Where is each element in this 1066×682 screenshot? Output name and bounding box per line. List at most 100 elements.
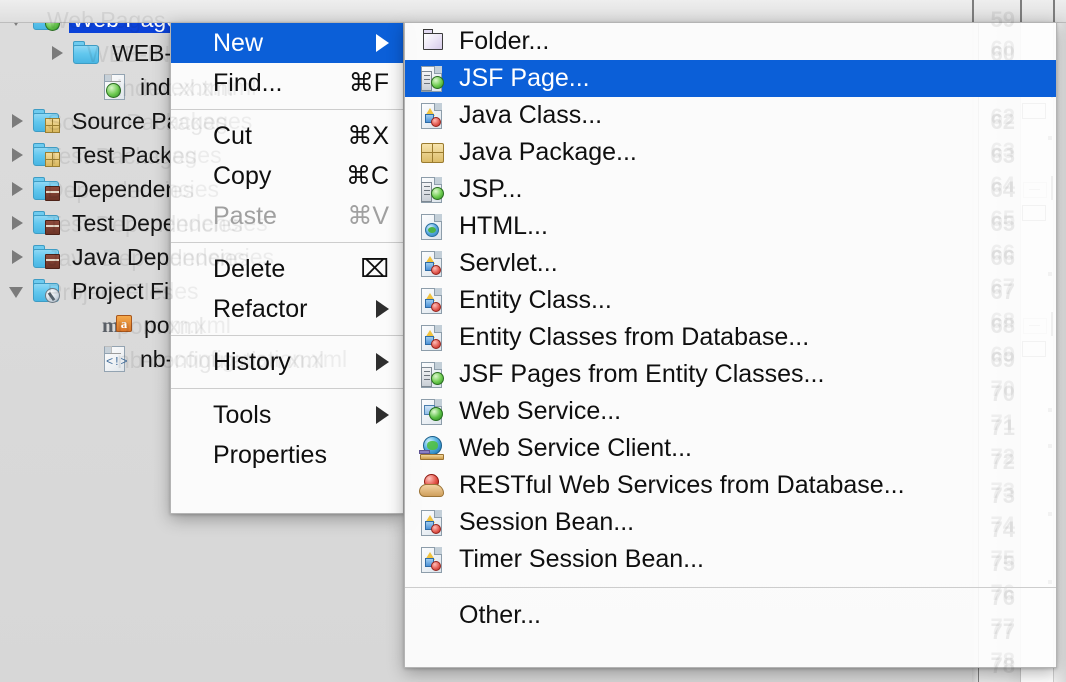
menu-item-label: Paste [213, 201, 277, 230]
submenu-item-other[interactable]: Other... [405, 597, 1056, 634]
chevron-right-icon[interactable] [8, 180, 26, 198]
submenu-item-label: Entity Class... [459, 286, 612, 314]
submenu-arrow-icon [376, 34, 389, 52]
folder-books-icon [32, 177, 60, 201]
folder-wrench-icon [32, 279, 60, 303]
submenu-separator [405, 587, 1056, 588]
submenu-item-webservice[interactable]: Web Service... [405, 393, 1056, 430]
menu-item-label: Tools [213, 400, 272, 429]
jsf-page-icon [417, 65, 447, 93]
chevron-right-icon[interactable] [8, 112, 26, 130]
menu-item-history[interactable]: History [171, 342, 403, 382]
chevron-right-icon[interactable] [8, 214, 26, 232]
doc-globe-icon [102, 73, 128, 101]
menu-item-shortcut: ⌘V [347, 202, 389, 230]
submenu-item-label: Java Package... [459, 138, 637, 166]
chevron-down-icon[interactable] [8, 282, 26, 300]
java-package-icon [417, 139, 447, 167]
submenu-item-label: JSF Pages from Entity Classes... [459, 360, 825, 388]
submenu-item-jsfpage[interactable]: JSF Page... [405, 60, 1056, 97]
submenu-item-label: Java Class... [459, 101, 603, 129]
submenu-item-label: JSF Page... [459, 64, 590, 92]
folder-books-icon [32, 245, 60, 269]
gutter-divider [1020, 0, 1022, 22]
menu-item-label: History [213, 347, 291, 376]
chevron-right-icon[interactable] [8, 146, 26, 164]
menu-separator [171, 335, 403, 336]
menu-item-shortcut: ⌘C [345, 162, 389, 190]
menu-item-refactor[interactable]: Refactor [171, 289, 403, 329]
submenu-arrow-icon [376, 353, 389, 371]
folder-pkg-icon [32, 109, 60, 133]
menu-separator [171, 388, 403, 389]
menu-item-label: Refactor [213, 294, 308, 323]
menu-separator [171, 242, 403, 243]
new-submenu-items: Folder... JSF Page... Java Class... Java Pa… [405, 23, 1056, 634]
menu-item-copy[interactable]: Copy ⌘C [171, 156, 403, 196]
submenu-item-label: RESTful Web Services from Database... [459, 471, 905, 499]
context-menu-items: New Find... ⌘F Cut ⌘X Copy ⌘C Paste ⌘V Delete ⌧ Ref… [171, 23, 403, 475]
submenu-item-servlet[interactable]: Servlet... [405, 245, 1056, 282]
menu-item-new[interactable]: New [171, 23, 403, 63]
submenu-item-entityclass[interactable]: Entity Class... [405, 282, 1056, 319]
menu-item-shortcut: ⌘X [347, 122, 389, 150]
submenu-item-folder[interactable]: Folder... [405, 23, 1056, 60]
pane-divider[interactable] [972, 0, 974, 22]
submenu-item-restfulwebservicesfromdatabase[interactable]: RESTful Web Services from Database... [405, 467, 1056, 504]
menu-item-label: Cut [213, 121, 252, 150]
menu-item-label: Properties [213, 440, 327, 469]
menu-item-shortcut: ⌧ [360, 255, 389, 283]
menu-separator [171, 109, 403, 110]
submenu-arrow-icon [376, 300, 389, 318]
jsf-pages-entity-icon [417, 361, 447, 389]
menu-item-cut[interactable]: Cut ⌘X [171, 116, 403, 156]
menu-item-label: Copy [213, 161, 272, 190]
menu-item-label: Delete [213, 254, 286, 283]
menu-item-shortcut: ⌘F [348, 69, 389, 97]
submenu-item-label: Entity Classes from Database... [459, 323, 810, 351]
submenu-item-timersessionbean[interactable]: Timer Session Bean... [405, 541, 1056, 578]
chevron-right-icon[interactable] [8, 248, 26, 266]
menu-item-properties[interactable]: Properties [171, 435, 403, 475]
new-submenu[interactable]: 5960616263646566676869707172737475767778… [404, 7, 1057, 678]
chevron-right-icon[interactable] [48, 44, 66, 62]
window-top-divider [0, 0, 1066, 23]
context-menu[interactable]: Web PagesWEB-INFindex.xhtmlSource Packag… [47, 7, 404, 514]
menu-item-delete[interactable]: Delete ⌧ [171, 249, 403, 289]
folder-books-icon [32, 211, 60, 235]
menu-item-tools[interactable]: Tools [171, 395, 403, 435]
web-service-icon [417, 398, 447, 426]
submenu-item-label: Timer Session Bean... [459, 545, 705, 573]
menu-item-find[interactable]: Find... ⌘F [171, 63, 403, 103]
maven-icon: ma [102, 312, 132, 338]
html-file-icon [417, 213, 447, 241]
submenu-item-sessionbean[interactable]: Session Bean... [405, 504, 1056, 541]
servlet-icon [417, 250, 447, 278]
jsp-icon [417, 176, 447, 204]
submenu-item-label: Web Service... [459, 397, 622, 425]
submenu-item-webserviceclient[interactable]: Web Service Client... [405, 430, 1056, 467]
submenu-item-jsfpagesfromentityclasses[interactable]: JSF Pages from Entity Classes... [405, 356, 1056, 393]
submenu-item-label: Folder... [459, 27, 550, 55]
submenu-item-entityclassesfromdatabase[interactable]: Entity Classes from Database... [405, 319, 1056, 356]
entity-class-icon [417, 287, 447, 315]
entity-classes-db-icon [417, 324, 447, 352]
submenu-item-javaclass[interactable]: Java Class... [405, 97, 1056, 134]
submenu-item-label: HTML... [459, 212, 548, 240]
restful-services-icon [417, 472, 447, 500]
submenu-item-label: Session Bean... [459, 508, 635, 536]
submenu-item-jsp[interactable]: JSP... [405, 171, 1056, 208]
doc-xml-icon: <!> [102, 345, 128, 373]
submenu-item-label: Servlet... [459, 249, 558, 277]
menu-item-label: Find... [213, 68, 283, 97]
submenu-item-html[interactable]: HTML... [405, 208, 1056, 245]
folder-pkg-icon [32, 143, 60, 167]
submenu-item-label: Web Service Client... [459, 434, 692, 462]
session-bean-icon [417, 509, 447, 537]
submenu-item-label: JSP... [459, 175, 523, 203]
folder-plain-icon [72, 41, 100, 65]
submenu-item-javapackage[interactable]: Java Package... [405, 134, 1056, 171]
